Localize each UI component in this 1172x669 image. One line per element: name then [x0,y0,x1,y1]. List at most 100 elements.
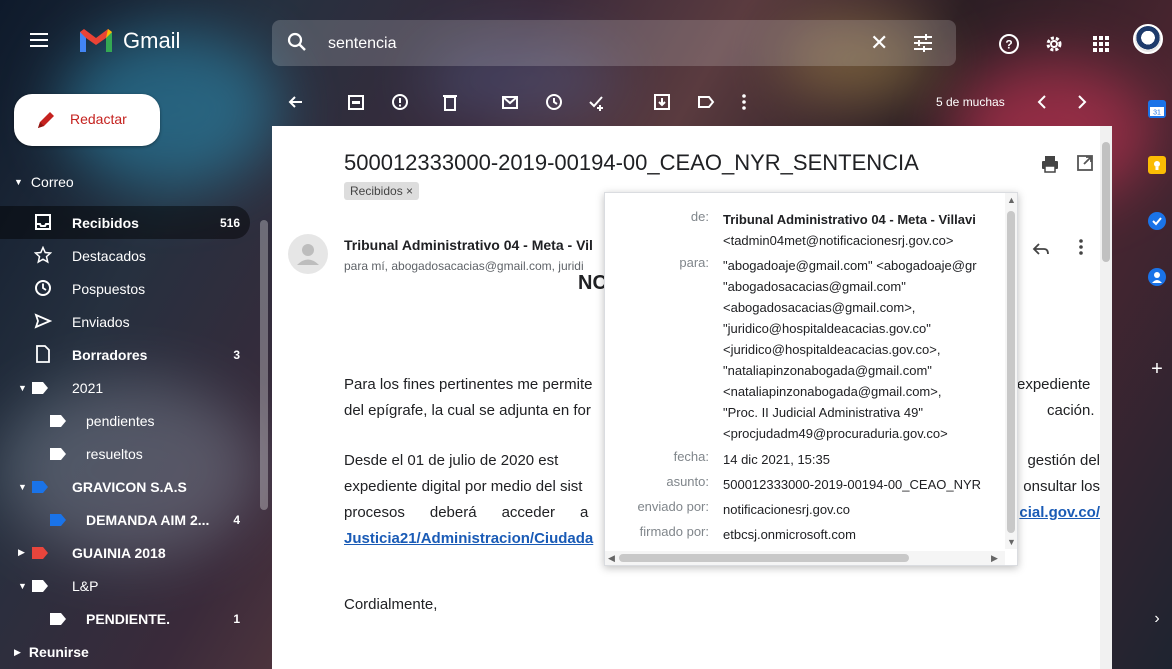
sidebar-label-demanda-aim[interactable]: DEMANDA AIM 2... 4 [0,503,250,536]
sender-name[interactable]: Tribunal Administrativo 04 - Meta - Vil [344,237,606,253]
sender-avatar[interactable] [288,234,328,274]
main-menu-icon[interactable] [30,33,48,47]
open-new-window-icon[interactable] [1076,154,1094,172]
sidebar-item-label: Destacados [72,247,146,264]
contacts-icon[interactable] [1148,268,1166,286]
body-text: del epígrafe, la cual se adjunta en for [344,402,591,419]
tasks-icon[interactable] [1148,212,1166,230]
sidebar-label-pendientes[interactable]: pendientes [0,404,250,437]
sidebar-item-destacados[interactable]: Destacados [0,239,250,272]
gmail-logo-icon[interactable] [78,26,114,54]
sidebar-item-label: GRAVICON S.A.S [72,478,187,495]
google-apps-icon[interactable] [1090,33,1112,55]
sidebar-item-recibidos[interactable]: Recibidos 516 [0,206,250,239]
sidebar-item-borradores[interactable]: Borradores 3 [0,338,250,371]
section-mail[interactable]: ▼ Correo [14,174,74,190]
add-to-tasks-icon[interactable] [586,92,606,112]
body-text: expediente digital por medio del sist [344,478,583,495]
keep-icon[interactable] [1148,156,1166,174]
sidebar-scrollbar[interactable] [258,208,270,634]
sidebar-item-label: Recibidos [72,214,139,231]
app-name: Gmail [123,28,181,53]
expand-caret-icon[interactable]: ▼ [18,581,27,591]
sidebar-item-label: 2021 [72,379,104,396]
collapse-caret-icon: ▼ [14,177,23,187]
help-icon[interactable]: ? [998,33,1020,55]
label-count: 1 [233,611,240,626]
sidebar-item-label: DEMANDA AIM 2... [86,511,210,528]
sidebar-item-enviados[interactable]: Enviados [0,305,250,338]
sidebar-label-resueltos[interactable]: resueltos [0,437,250,470]
message-more-icon[interactable] [1078,238,1084,256]
body-paragraph: Desde el 01 de julio de 2020 est expedie… [344,448,593,552]
delete-icon[interactable] [440,92,460,112]
scroll-up-icon[interactable]: ▲ [1007,195,1016,205]
scroll-left-icon[interactable]: ◀ [608,553,615,564]
compose-label: Redactar [70,111,127,127]
sidebar-label-2021[interactable]: ▼ 2021 [0,371,250,404]
sidebar-label-lp[interactable]: ▼ L&P [0,569,250,602]
body-link[interactable]: cial.gov.co/ [1016,500,1100,526]
recipients-line[interactable]: para mí, abogadosacacias@gmail.com, juri… [344,259,606,273]
more-options-icon[interactable] [734,92,754,112]
back-arrow-icon[interactable] [286,92,306,112]
compose-button[interactable]: Redactar [14,94,160,146]
star-icon [34,246,52,264]
get-addons-plus-icon[interactable]: + [1148,359,1166,379]
account-avatar[interactable] [1133,24,1163,54]
label-as-icon[interactable] [696,92,716,112]
calendar-icon[interactable]: 31 [1148,100,1166,118]
sidebar-item-label: resueltos [86,445,143,462]
section-meet[interactable]: ▶ Reunirse [14,644,89,660]
archive-icon[interactable] [346,92,366,112]
mark-unread-icon[interactable] [500,92,520,112]
draft-count: 3 [233,347,240,362]
label-tag-icon [32,547,48,559]
recipient-line: "nataliapinzonabogada@gmail.com" [723,363,932,378]
search-bar[interactable]: ✕ [272,20,956,66]
message-subject: 500012333000-2019-00194-00_CEAO_NYR_SENT… [344,150,919,175]
recipient-line: <juridico@hospitaldeacacias.gov.co>, [723,342,941,357]
search-input[interactable] [328,33,848,55]
details-horizontal-scrollbar[interactable]: ◀ ▶ [605,551,1005,565]
recipient-line: "abogadoaje@gmail.com" <abogadoaje@gr [723,258,977,273]
expand-caret-icon[interactable]: ▶ [18,547,25,558]
signoff-text: Cordialmente, [344,596,438,613]
clear-search-icon[interactable]: ✕ [870,30,888,56]
expand-caret-icon[interactable]: ▼ [18,482,27,492]
older-chevron-right-icon[interactable] [1072,92,1092,112]
svg-text:?: ? [1005,38,1012,52]
body-link[interactable]: Justicia21/Administracion/Ciudada [344,526,593,552]
scroll-down-icon[interactable]: ▼ [1007,537,1016,547]
sidebar: ▼ Correo Recibidos 516 Destacados Pospue… [0,160,270,669]
body-text: Para los fines pertinentes me permite [344,376,593,393]
detail-value: notificacionesrj.gov.co [723,502,850,517]
print-icon[interactable] [1040,154,1060,174]
inbox-label-chip[interactable]: Recibidos × [344,182,420,200]
snooze-icon[interactable] [544,92,564,112]
recipient-line: <abogadosacacias@gmail.com>, [723,300,916,315]
move-to-icon[interactable] [652,92,672,112]
sidebar-item-pospuestos[interactable]: Pospuestos [0,272,250,305]
sidebar-label-gravicon[interactable]: ▼ GRAVICON S.A.S [0,470,250,503]
sidebar-label-guainia[interactable]: ▶ GUAINIA 2018 [0,536,250,569]
body-text: gestión del [1027,452,1100,469]
show-side-panel-chevron-icon[interactable]: › [1148,610,1166,628]
expand-caret-icon[interactable]: ▼ [18,383,27,393]
clock-icon [35,280,51,296]
body-text: procesos deberá acceder a [344,504,589,521]
scroll-right-icon[interactable]: ▶ [991,553,998,564]
sidebar-label-pendiente[interactable]: PENDIENTE. 1 [0,602,250,635]
settings-gear-icon[interactable] [1043,33,1065,55]
detail-value: etbcsj.onmicrosoft.com [723,527,856,542]
report-spam-icon[interactable] [390,92,410,112]
top-bar: Gmail ✕ ? [0,0,1172,88]
sender-email: <tadmin04met@notificacionesrj.gov.co> [723,233,954,248]
search-icon[interactable] [287,32,307,52]
newer-chevron-left-icon[interactable] [1032,92,1052,112]
search-options-icon[interactable] [912,33,934,53]
message-scrollbar[interactable] [1100,126,1112,669]
details-vertical-scrollbar[interactable]: ▲ ▼ [1005,193,1017,549]
pagination-count: 5 de muchas [936,95,1005,109]
reply-icon[interactable] [1032,240,1050,258]
